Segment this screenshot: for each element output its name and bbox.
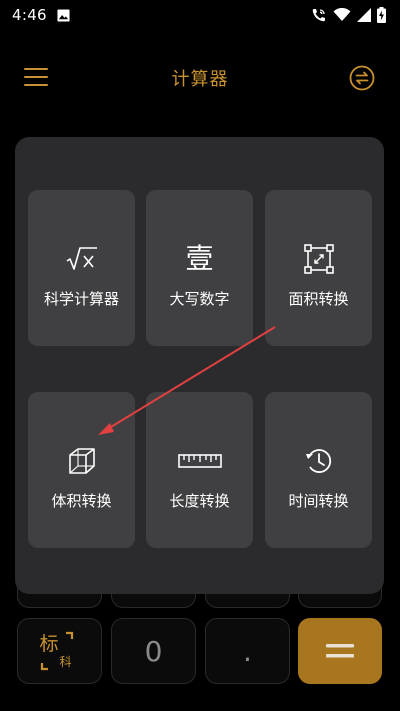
tile-label: 大写数字 bbox=[169, 290, 230, 308]
mode-sub-label: 科 bbox=[59, 655, 72, 669]
area-icon bbox=[303, 244, 334, 274]
tile-label: 体积转换 bbox=[51, 492, 112, 510]
tile-time-conversion[interactable]: 时间转换 bbox=[265, 392, 372, 548]
cube-icon bbox=[68, 448, 95, 474]
tile-label: 科学计算器 bbox=[43, 290, 119, 308]
tile-label: 时间转换 bbox=[288, 492, 349, 510]
clock-history-icon bbox=[305, 449, 331, 473]
tile-volume-conversion[interactable]: 体积转换 bbox=[28, 392, 135, 548]
key-zero[interactable]: 0 bbox=[111, 618, 196, 684]
tile-uppercase-number[interactable]: 壹 大写数字 bbox=[146, 190, 253, 346]
key-dot[interactable]: . bbox=[205, 618, 290, 684]
tile-area-conversion[interactable]: 面积转换 bbox=[265, 190, 372, 346]
battery-charging-icon bbox=[377, 7, 386, 23]
sqrt-x-icon bbox=[66, 247, 97, 270]
tile-label: 长度转换 bbox=[169, 492, 230, 510]
wifi-calling-icon bbox=[312, 9, 325, 22]
swap-icon[interactable] bbox=[349, 65, 375, 91]
tile-scientific-calculator[interactable]: 科学计算器 bbox=[28, 190, 135, 346]
status-icons bbox=[311, 7, 386, 23]
image-icon bbox=[57, 8, 70, 22]
wifi-icon bbox=[333, 8, 351, 21]
status-bar: 4:46 bbox=[0, 0, 400, 30]
page-title: 计算器 bbox=[171, 69, 229, 90]
tile-label: 面积转换 bbox=[288, 290, 349, 308]
equals-icon bbox=[326, 644, 354, 658]
mode-icon: 标 科 bbox=[38, 629, 82, 673]
converter-popup: 科学计算器 壹 大写数字 面积转换 体积转换 长度转换 时间转换 bbox=[15, 137, 384, 594]
tile-length-conversion[interactable]: 长度转换 bbox=[146, 392, 253, 548]
app-header: 计算器 bbox=[0, 56, 400, 100]
mode-toggle-button[interactable]: 标 科 bbox=[17, 618, 102, 684]
ruler-icon bbox=[177, 454, 222, 468]
status-time: 4:46 bbox=[12, 6, 47, 24]
uppercase-number-icon: 壹 bbox=[185, 242, 214, 275]
signal-icon bbox=[357, 8, 371, 22]
equals-button[interactable] bbox=[298, 618, 382, 684]
